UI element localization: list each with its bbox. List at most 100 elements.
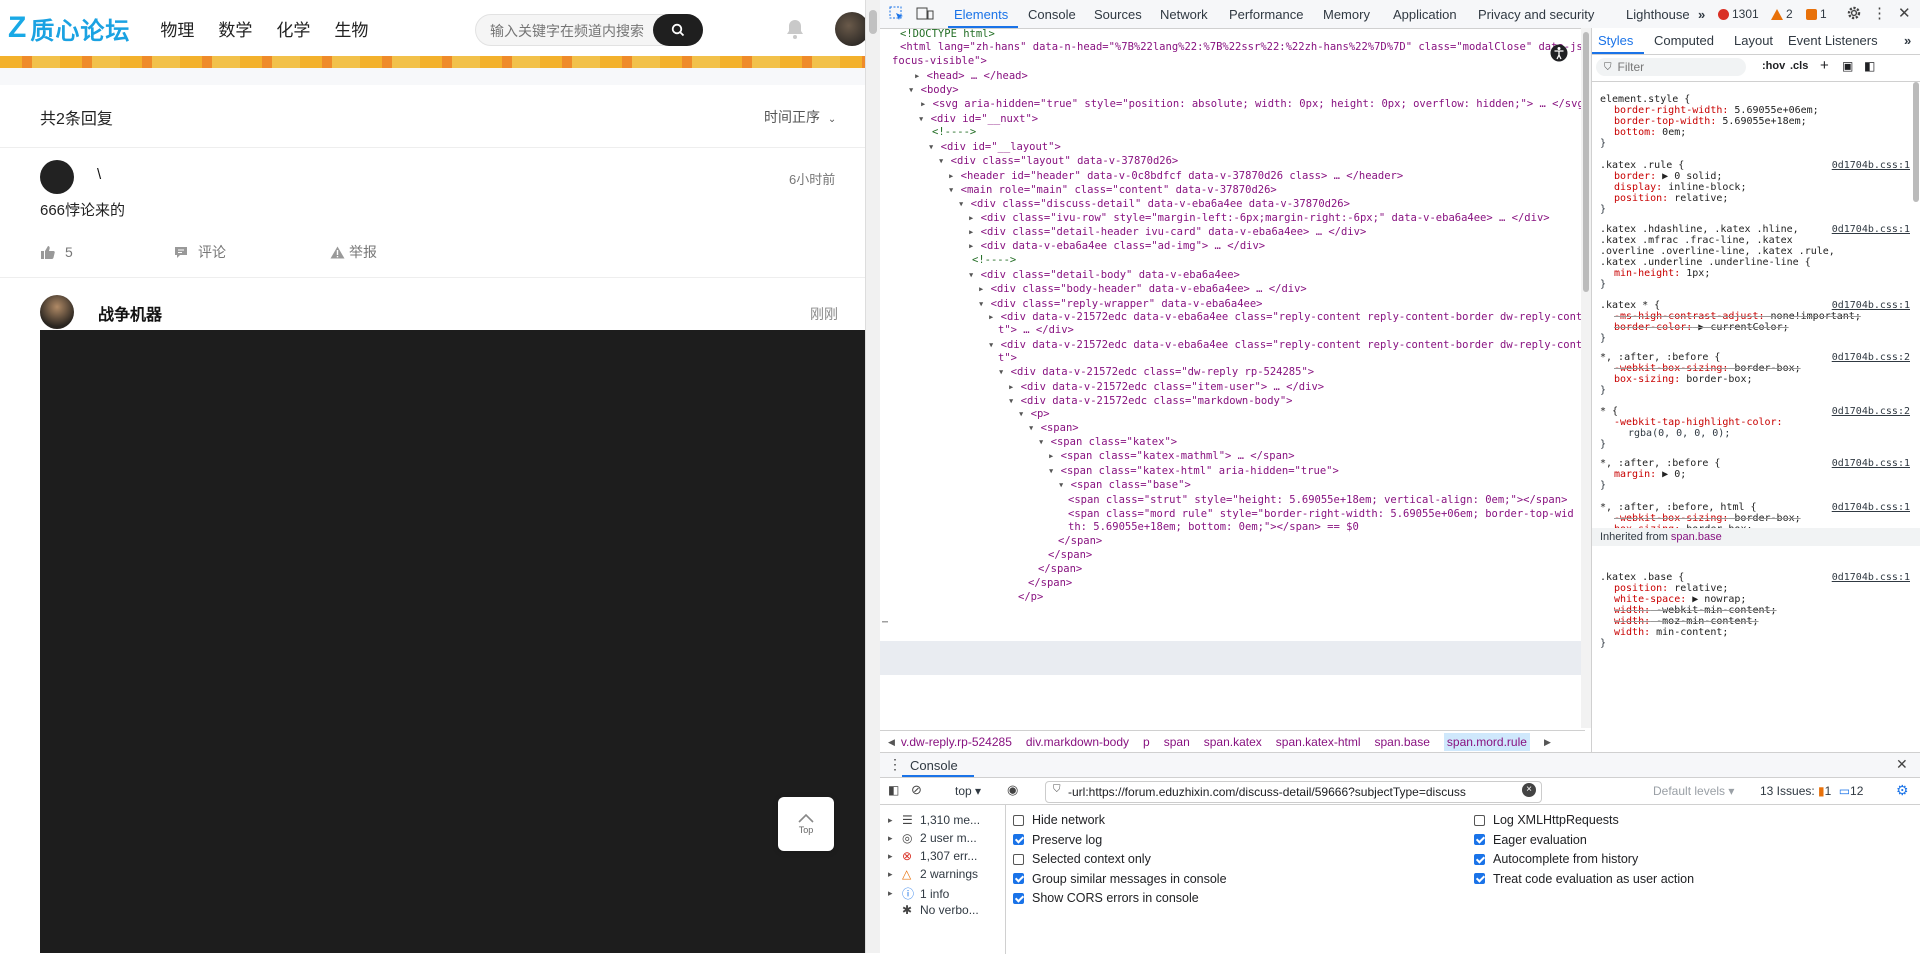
- sort-dropdown[interactable]: 时间正序 ⌄: [764, 107, 836, 127]
- console-sidebar-item[interactable]: ▸ ⓘ 1 info: [888, 885, 949, 902]
- dom-node-line[interactable]: ▸ <div data-v-eba6a4ee class="ad-img"> ……: [968, 240, 1265, 252]
- tab-network[interactable]: Network: [1160, 7, 1208, 22]
- clear-console-icon[interactable]: ⊘: [911, 782, 922, 798]
- breadcrumb-item[interactable]: span.base: [1375, 735, 1430, 749]
- expanded-arrow-icon[interactable]: ▾: [978, 298, 991, 310]
- collapsed-arrow-icon[interactable]: ▸: [920, 98, 933, 110]
- css-rule[interactable]: * {0d1704b.css:2 -webkit-tap-highlight-co…: [1600, 406, 1910, 450]
- default-levels-select[interactable]: Default levels ▾: [1653, 784, 1734, 798]
- expanded-arrow-icon[interactable]: ▾: [938, 155, 951, 167]
- nav-item-math[interactable]: 数学: [218, 16, 252, 41]
- checkbox[interactable]: [1474, 873, 1485, 884]
- scrollbar-thumb[interactable]: [1583, 32, 1589, 292]
- dom-node-line[interactable]: ▸ <svg aria-hidden="true" style="positio…: [920, 98, 1585, 110]
- ad-banner[interactable]: [0, 56, 865, 68]
- css-rule[interactable]: .katex .rule {0d1704b.css:1 border: ▶ 0 s…: [1600, 160, 1910, 215]
- console-setting[interactable]: Treat code evaluation as user action: [1474, 872, 1694, 886]
- css-declaration[interactable]: -webkit-box-sizing: border-box;: [1614, 513, 1910, 524]
- collapsed-arrow-icon[interactable]: ▸: [968, 240, 981, 252]
- checkbox[interactable]: [1013, 834, 1024, 845]
- css-declaration[interactable]: width: min-content;: [1614, 627, 1910, 638]
- ellipsis-icon[interactable]: ⋯: [882, 617, 888, 628]
- tab-privacy[interactable]: Privacy and security: [1478, 7, 1594, 22]
- expanded-arrow-icon[interactable]: ▾: [958, 198, 971, 210]
- css-declaration[interactable]: -webkit-box-sizing: border-box;: [1614, 363, 1910, 374]
- css-rule[interactable]: .katex .hdashline, .katex .hline, .katex…: [1600, 224, 1910, 290]
- console-sidebar-item[interactable]: ▸ ⊗ 1,307 err...: [888, 849, 977, 863]
- breadcrumb-right-arrow-icon[interactable]: ▶: [1544, 737, 1551, 748]
- tab-event-listeners[interactable]: Event Listeners: [1788, 33, 1878, 48]
- css-rule[interactable]: .katex .base {0d1704b.css:1 position: rel…: [1600, 572, 1910, 649]
- console-setting[interactable]: Eager evaluation: [1474, 833, 1587, 847]
- breadcrumb-item[interactable]: span.katex-html: [1276, 735, 1361, 749]
- kebab-menu-icon[interactable]: ⋮: [1872, 4, 1887, 22]
- css-declaration[interactable]: white-space: ▶ nowrap;: [1614, 594, 1910, 605]
- css-rule[interactable]: *, :after, :before {0d1704b.css:1 margin:…: [1600, 458, 1910, 491]
- css-source-link[interactable]: 0d1704b.css:2: [1832, 406, 1910, 417]
- css-declaration[interactable]: width: -webkit-min-content;: [1614, 605, 1910, 616]
- site-logo[interactable]: Z 质心论坛: [8, 11, 130, 46]
- breadcrumb-item[interactable]: div.markdown-body: [1026, 735, 1129, 749]
- dom-node-line[interactable]: ▸ <div class="detail-header ivu-card" da…: [968, 226, 1366, 238]
- reply-author[interactable]: \: [97, 166, 101, 183]
- collapsed-arrow-icon[interactable]: ▸: [1008, 381, 1021, 393]
- collapsed-arrow-icon[interactable]: ▸: [914, 70, 927, 82]
- avatar[interactable]: [40, 295, 74, 329]
- css-declaration[interactable]: min-height: 1px;: [1614, 268, 1910, 279]
- css-declaration[interactable]: -webkit-tap-highlight-color:: [1614, 417, 1910, 428]
- paint-icon[interactable]: ▣: [1842, 59, 1853, 73]
- gear-icon[interactable]: ⚙: [1896, 782, 1909, 799]
- tab-lighthouse[interactable]: Lighthouse: [1626, 7, 1690, 22]
- sidebar-toggle-icon[interactable]: ◧: [888, 783, 899, 797]
- dom-node-line[interactable]: ▾ <div id="__layout">: [928, 141, 1061, 153]
- expanded-arrow-icon[interactable]: ▾: [918, 113, 931, 125]
- checkbox[interactable]: [1013, 853, 1024, 865]
- console-setting[interactable]: Autocomplete from history: [1474, 852, 1638, 866]
- tab-sources[interactable]: Sources: [1094, 7, 1142, 22]
- dom-node-line[interactable]: </span>: [1028, 577, 1072, 589]
- css-declaration[interactable]: -ms-high-contrast-adjust: none!important…: [1614, 311, 1910, 322]
- dom-node-line[interactable]: ▾ <div class="layout" data-v-37870d26>: [938, 155, 1178, 167]
- breadcrumb-item-active[interactable]: span.mord.rule: [1443, 733, 1530, 751]
- dom-node-line[interactable]: th: 5.69055e+18em; bottom: 0em;"></span>…: [1068, 521, 1359, 533]
- css-declaration[interactable]: position: relative;: [1614, 193, 1910, 204]
- scrollbar-thumb[interactable]: [869, 10, 877, 34]
- dom-node-line[interactable]: ▾ <span>: [1028, 422, 1079, 434]
- console-setting[interactable]: Preserve log: [1013, 833, 1102, 847]
- breadcrumb-item[interactable]: v.dw-reply.rp-524285: [901, 735, 1012, 749]
- tab-computed[interactable]: Computed: [1654, 33, 1714, 48]
- expanded-arrow-icon[interactable]: ▾: [928, 141, 941, 153]
- nav-item-biology[interactable]: 生物: [334, 16, 368, 41]
- css-rule[interactable]: *, :after, :before {0d1704b.css:2 -webkit…: [1600, 352, 1910, 396]
- close-icon[interactable]: ✕: [1898, 4, 1911, 22]
- dom-node-line[interactable]: <!---->: [972, 254, 1016, 266]
- css-source-link[interactable]: 0d1704b.css:1: [1832, 224, 1910, 235]
- more-tabs-icon[interactable]: »: [1698, 7, 1705, 22]
- expanded-arrow-icon[interactable]: ▾: [968, 269, 981, 281]
- css-source-link[interactable]: 0d1704b.css:1: [1832, 502, 1910, 513]
- css-declaration[interactable]: rgba(0, 0, 0, 0);: [1628, 428, 1910, 439]
- dom-node-line[interactable]: <!DOCTYPE html>: [900, 28, 995, 40]
- css-declaration[interactable]: border-color: ▶ currentColor;: [1614, 322, 1910, 333]
- css-declaration[interactable]: border: ▶ 0 solid;: [1614, 171, 1910, 182]
- breadcrumb-item[interactable]: p: [1143, 735, 1150, 749]
- more-tabs-icon[interactable]: »: [1904, 33, 1911, 48]
- css-source-link[interactable]: 0d1704b.css:1: [1832, 572, 1910, 583]
- sidebar-toggle-icon[interactable]: ◧: [1864, 59, 1875, 73]
- checkbox[interactable]: [1013, 873, 1024, 884]
- collapsed-arrow-icon[interactable]: ▸: [988, 311, 1001, 323]
- css-declaration[interactable]: border-right-width: 5.69055e+06em;: [1614, 105, 1910, 116]
- console-setting[interactable]: Group similar messages in console: [1013, 872, 1227, 886]
- issues-link[interactable]: 13 Issues: ▮1 ▭12: [1760, 784, 1863, 798]
- dom-node-line[interactable]: <span class="mord rule" style="border-ri…: [1068, 508, 1574, 520]
- console-sidebar-item[interactable]: ▸ ☰ 1,310 me...: [888, 813, 980, 827]
- tab-performance[interactable]: Performance: [1229, 7, 1303, 22]
- css-declaration[interactable]: margin: ▶ 0;: [1614, 469, 1910, 480]
- expanded-arrow-icon[interactable]: ▾: [948, 184, 961, 196]
- dom-node-line[interactable]: focus-visible">: [892, 55, 987, 67]
- eye-icon[interactable]: ◉: [1007, 782, 1018, 798]
- dom-node-line[interactable]: ▾ <body>: [908, 84, 959, 96]
- console-setting[interactable]: Log XMLHttpRequests: [1474, 813, 1619, 827]
- dom-node-line[interactable]: ▸ <header id="header" data-v-0c8bdfcf da…: [948, 170, 1403, 182]
- console-setting[interactable]: Hide network: [1013, 813, 1105, 827]
